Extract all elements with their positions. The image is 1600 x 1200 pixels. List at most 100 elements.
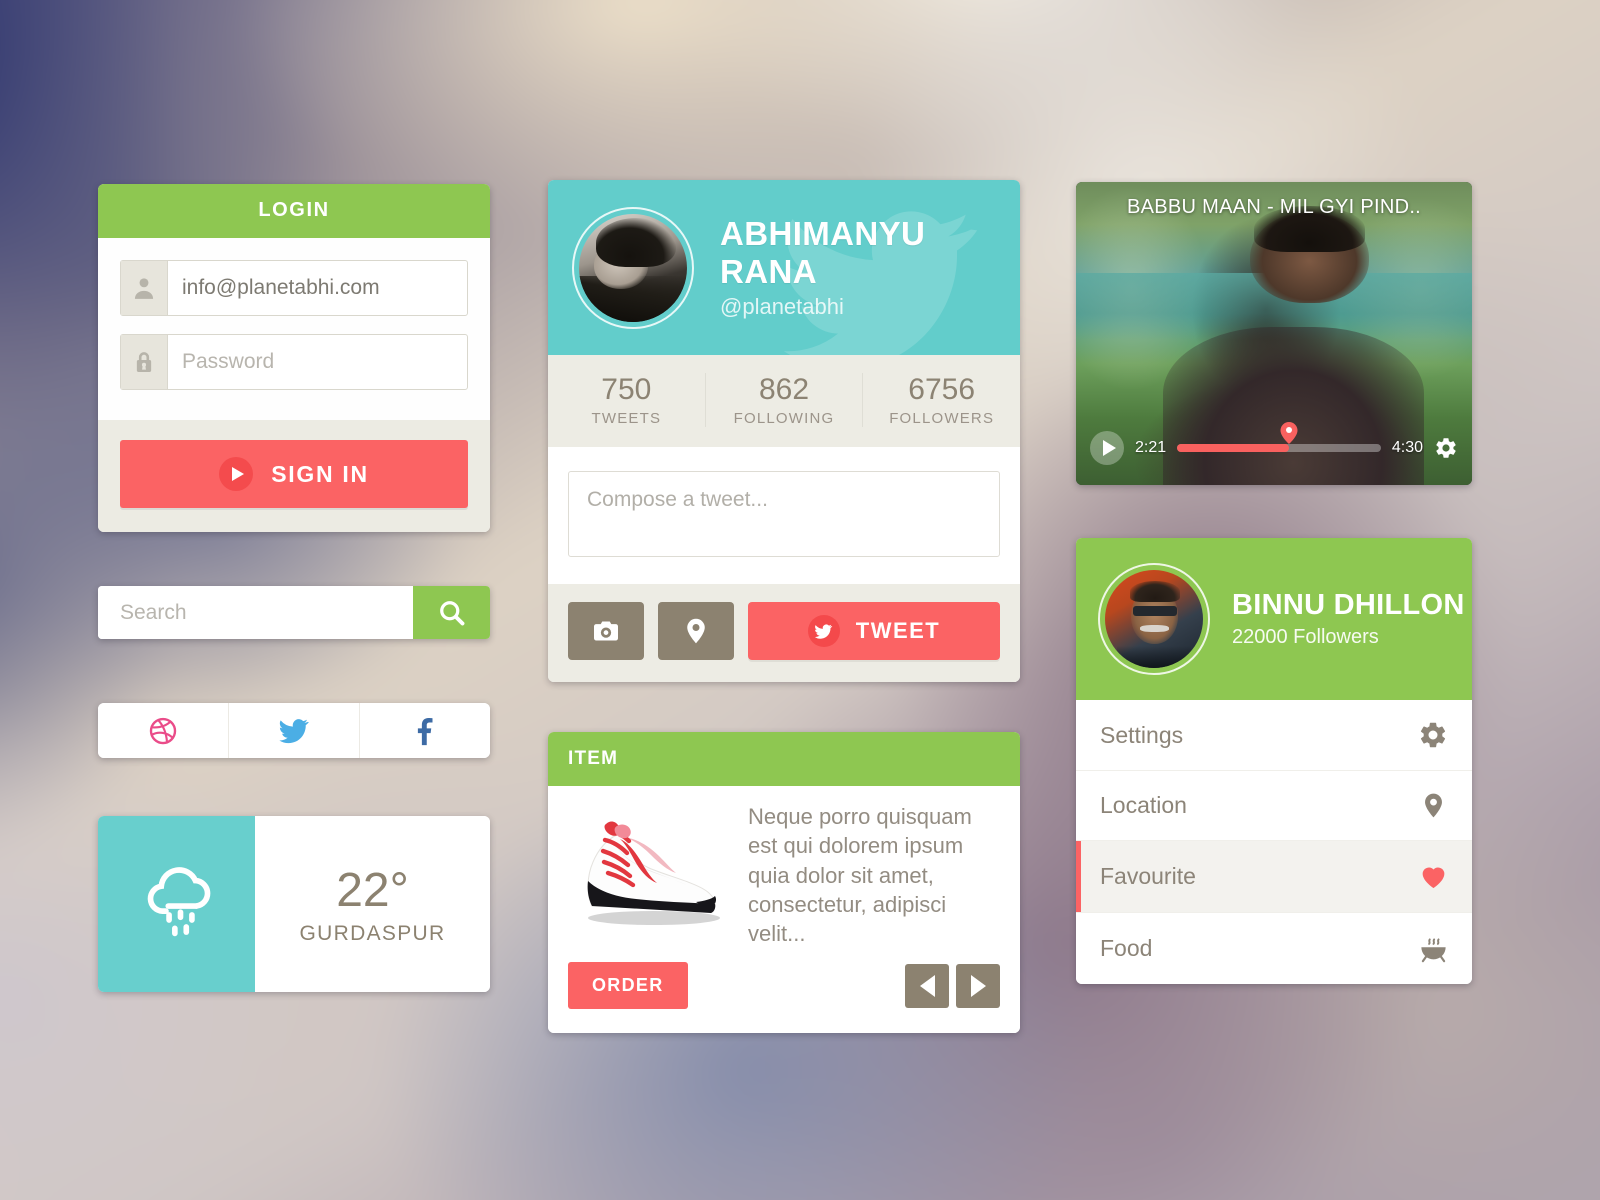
menu-item-label: Location [1100,792,1187,818]
facebook-icon [417,717,433,745]
chevron-left-icon [919,974,935,997]
twitter-identity: ABHIMANYU RANA @planetabhi [720,215,1020,320]
video-current-time: 2:21 [1135,439,1167,456]
video-title: BABBU MAAN - MIL GYI PIND.. [1126,196,1422,218]
sneaker-icon [587,821,720,925]
email-input[interactable] [168,261,467,315]
profile-followers: 22000 Followers [1232,626,1379,648]
item-footer: ORDER [548,948,1020,1034]
menu-item-favourite[interactable]: Favourite [1076,841,1472,913]
product-description: Neque porro quisquam est qui dolorem ips… [748,804,972,946]
twitter-display-name: ABHIMANYU RANA [720,215,926,290]
weather-info: 22° GURDASPUR [255,816,490,992]
twitter-compose-area [548,447,1020,584]
item-content: Neque porro quisquam est qui dolorem ips… [548,786,1020,949]
stat-label: FOLLOWERS [889,410,995,427]
weather-icon-pane [98,816,255,992]
social-button-dribbble[interactable] [98,703,229,758]
weather-card: 22° GURDASPUR [98,816,490,992]
lock-icon [121,335,168,389]
twitter-handle: @planetabhi [720,294,844,319]
twitter-profile-card: ABHIMANYU RANA @planetabhi 750 TWEETS 86… [548,180,1020,682]
camera-icon [594,621,618,641]
profile-identity: BINNU DHILLON 22000 Followers [1232,589,1465,649]
menu-item-location[interactable]: Location [1076,771,1472,841]
play-icon [1102,440,1116,456]
password-field-row [120,334,468,390]
avatar-image [1105,570,1203,668]
stat-label: TWEETS [591,410,662,427]
social-button-facebook[interactable] [360,703,490,758]
user-icon [121,261,168,315]
search-icon [439,600,464,625]
play-button[interactable] [1090,431,1124,465]
stat-tweets[interactable]: 750 TWEETS [548,373,706,427]
video-player-card[interactable]: BABBU MAAN - MIL GYI PIND.. 2:21 4:30 [1076,182,1472,485]
dribbble-icon [149,717,177,744]
menu-item-label: Food [1100,935,1153,961]
login-card: LOGIN info@planetabhi.com SIGN IN [98,184,490,532]
social-button-twitter[interactable] [229,703,360,758]
video-progress-marker[interactable] [1280,422,1298,444]
food-icon [1416,933,1450,964]
login-actions: SIGN IN [98,420,490,532]
attach-location-button[interactable] [658,602,734,660]
menu-item-label: Favourite [1100,863,1196,889]
attach-photo-button[interactable] [568,602,644,660]
play-icon [219,457,254,491]
next-button[interactable] [956,963,1000,1008]
twitter-icon [279,718,309,743]
search-input[interactable] [98,586,413,639]
sign-in-label: SIGN IN [271,460,369,487]
tweet-button-label: TWEET [855,618,941,643]
product-image [568,810,738,930]
profile-avatar[interactable] [1098,563,1210,675]
profile-name: BINNU DHILLON [1232,589,1465,621]
twitter-stats-row: 750 TWEETS 862 FOLLOWING 6756 FOLLOWERS [548,355,1020,447]
heart-icon [1416,861,1450,892]
stat-value: 862 [758,373,810,406]
stat-value: 6756 [908,373,976,406]
profile-menu-card: BINNU DHILLON 22000 Followers Settings L… [1076,538,1472,984]
carousel-controls [905,963,1000,1008]
item-card: ITEM Neque porro quisquam est qui dolore… [548,732,1020,1034]
item-card-title: ITEM [548,732,1020,786]
pin-icon [687,618,705,644]
menu-item-settings[interactable]: Settings [1076,700,1472,771]
social-bar [98,703,490,758]
video-progress-fill [1177,444,1290,452]
profile-header: BINNU DHILLON 22000 Followers [1076,538,1472,700]
menu-item-food[interactable]: Food [1076,913,1472,984]
email-field-row [120,260,468,316]
twitter-avatar[interactable] [572,206,694,329]
password-input[interactable] [168,335,467,389]
profile-menu-list: Settings Location Favourite Food [1076,700,1472,984]
sign-in-button[interactable]: SIGN IN [120,440,468,508]
weather-city: GURDASPUR [299,921,446,945]
video-controls: 2:21 4:30 [1076,422,1472,465]
stat-following[interactable]: 862 FOLLOWING [706,373,864,427]
previous-button[interactable] [905,963,949,1008]
stat-value: 750 [601,373,652,406]
twitter-action-bar: TWEET [548,584,1020,682]
video-duration: 4:30 [1391,439,1423,456]
compose-tweet-input[interactable] [568,471,1000,557]
stat-label: FOLLOWING [733,410,835,427]
avatar-image [579,213,687,322]
tweet-button[interactable]: TWEET [748,602,1000,660]
video-settings-button[interactable] [1434,436,1458,460]
twitter-card-header: ABHIMANYU RANA @planetabhi [548,180,1020,355]
gear-icon [1436,438,1456,458]
stat-followers[interactable]: 6756 FOLLOWERS [863,373,1020,427]
chevron-right-icon [970,974,986,997]
menu-item-label: Settings [1100,721,1184,748]
search-button[interactable] [413,586,490,639]
search-bar [98,586,490,639]
video-progress-bar[interactable] [1177,422,1381,452]
rain-cloud-icon [147,867,210,937]
login-card-title: LOGIN [98,184,490,238]
twitter-bird-icon [807,615,840,647]
pin-icon [1416,791,1450,820]
gear-icon [1416,720,1450,750]
order-button[interactable]: ORDER [568,962,688,1010]
